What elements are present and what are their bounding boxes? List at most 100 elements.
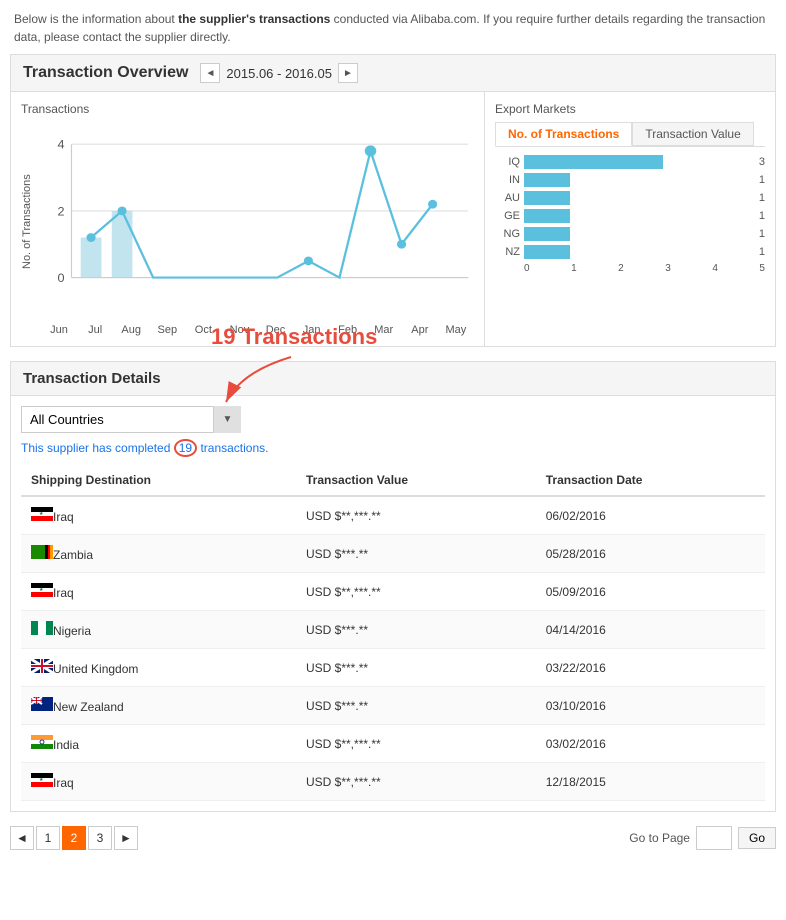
x-label-aug: Aug (113, 324, 149, 336)
page-1-button[interactable]: 1 (36, 826, 60, 850)
bar-container-ng (524, 227, 755, 241)
line-chart-svg: 4 2 0 (37, 122, 474, 322)
bar-country-nz: NZ (495, 246, 520, 258)
bar-value-au: 1 (759, 192, 765, 204)
overview-header: Transaction Overview ◄ 2015.06 - 2016.05… (10, 54, 776, 92)
pagination-row: ◄ 1 2 3 ► Go to Page Go (10, 826, 776, 850)
intro-pre: Below is the information about (14, 12, 178, 26)
x-label-nov: Nov (221, 324, 257, 336)
cell-date-7: 12/18/2015 (536, 763, 765, 801)
x-label-mar: Mar (366, 324, 402, 336)
date-nav: ◄ 2015.06 - 2016.05 ► (200, 63, 358, 83)
col-date: Transaction Date (536, 465, 765, 496)
completed-count: 19 (174, 439, 197, 457)
prev-page-button[interactable]: ◄ (10, 826, 34, 850)
bar-country-ge: GE (495, 210, 520, 222)
export-markets: Export Markets No. of Transactions Trans… (485, 92, 775, 346)
cell-value-5: USD $***.** (296, 687, 536, 725)
transactions-table: Shipping Destination Transaction Value T… (21, 465, 765, 801)
cell-date-6: 03/02/2016 (536, 725, 765, 763)
date-range: 2015.06 - 2016.05 (226, 66, 332, 81)
bar-value-ge: 1 (759, 210, 765, 222)
cell-date-3: 04/14/2016 (536, 611, 765, 649)
next-date-button[interactable]: ► (338, 63, 358, 83)
goto-row: Go to Page Go (629, 826, 776, 850)
x-label-jul: Jul (77, 324, 113, 336)
page-2-button[interactable]: 2 (62, 826, 86, 850)
go-button[interactable]: Go (738, 827, 776, 849)
x-label-feb: Feb (330, 324, 366, 336)
bar-x-1: 1 (571, 263, 577, 274)
prev-date-button[interactable]: ◄ (200, 63, 220, 83)
bar-container-nz (524, 245, 755, 259)
svg-text:★: ★ (39, 587, 44, 593)
cell-destination-5: New Zealand (21, 687, 296, 725)
goto-input[interactable] (696, 826, 732, 850)
x-label-apr: Apr (402, 324, 438, 336)
bar-country-au: AU (495, 192, 520, 204)
x-label-dec: Dec (257, 324, 293, 336)
goto-label: Go to Page (629, 831, 690, 845)
bar-x-5: 5 (759, 263, 765, 274)
bar-country-in: IN (495, 174, 520, 186)
x-label-sep: Sep (149, 324, 185, 336)
svg-text:0: 0 (58, 271, 65, 285)
charts-row: Transactions No. of Transactions 4 2 0 (10, 92, 776, 347)
bar-row-iq: IQ 3 (495, 155, 765, 169)
filter-row: All Countries ▼ (21, 406, 765, 433)
table-row: India USD $**,***.** 03/02/2016 (21, 725, 765, 763)
bar-x-4: 4 (712, 263, 718, 274)
x-axis-labels: Jun Jul Aug Sep Oct Nov Dec Jan Feb Mar … (21, 324, 474, 336)
table-row: ★Iraq USD $**,***.** 06/02/2016 (21, 496, 765, 535)
table-header-row: Shipping Destination Transaction Value T… (21, 465, 765, 496)
bar-fill-in (524, 173, 570, 187)
select-wrapper: All Countries ▼ (21, 406, 241, 433)
bar-x-axis: 0 1 2 3 4 5 (495, 263, 765, 274)
bar-row-nz: NZ 1 (495, 245, 765, 259)
cell-value-7: USD $**,***.** (296, 763, 536, 801)
intro-bold: the supplier's transactions (178, 12, 330, 26)
cell-destination-4: United Kingdom (21, 649, 296, 687)
next-page-button[interactable]: ► (114, 826, 138, 850)
col-value: Transaction Value (296, 465, 536, 496)
cell-value-6: USD $**,***.** (296, 725, 536, 763)
cell-value-0: USD $**,***.** (296, 496, 536, 535)
bar-value-in: 1 (759, 174, 765, 186)
overview-title: Transaction Overview (23, 64, 188, 82)
page-3-button[interactable]: 3 (88, 826, 112, 850)
cell-value-3: USD $***.** (296, 611, 536, 649)
bar-value-iq: 3 (759, 156, 765, 168)
completed-text: This supplier has completed 19 transacti… (21, 441, 765, 455)
bar-row-ge: GE 1 (495, 209, 765, 223)
col-destination: Shipping Destination (21, 465, 296, 496)
bar-value-ng: 1 (759, 228, 765, 240)
bar-fill-ge (524, 209, 570, 223)
cell-destination-3: Nigeria (21, 611, 296, 649)
y-axis-label: No. of Transactions (21, 122, 33, 322)
cell-value-4: USD $***.** (296, 649, 536, 687)
em-title: Export Markets (495, 102, 765, 116)
cell-date-0: 06/02/2016 (536, 496, 765, 535)
completed-pre: This supplier has completed (21, 441, 174, 455)
bar-fill-nz (524, 245, 570, 259)
bar-x-2: 2 (618, 263, 624, 274)
details-body: 19 Transactions All Countries ▼ This (10, 396, 776, 812)
cell-date-1: 05/28/2016 (536, 535, 765, 573)
tab-value[interactable]: Transaction Value (632, 122, 753, 146)
bar-container-iq (524, 155, 755, 169)
tab-transactions[interactable]: No. of Transactions (495, 122, 632, 146)
details-header: Transaction Details (10, 361, 776, 396)
bar-row-in: IN 1 (495, 173, 765, 187)
bar-fill-ng (524, 227, 570, 241)
svg-text:4: 4 (58, 138, 65, 152)
bar-x-3: 3 (665, 263, 671, 274)
svg-text:2: 2 (58, 205, 65, 219)
cell-date-5: 03/10/2016 (536, 687, 765, 725)
bar-value-nz: 1 (759, 246, 765, 258)
country-select[interactable]: All Countries (21, 406, 241, 433)
bar-row-ng: NG 1 (495, 227, 765, 241)
x-label-may: May (438, 324, 474, 336)
bar-row-au: AU 1 (495, 191, 765, 205)
bar-x-0: 0 (524, 263, 530, 274)
details-title: Transaction Details (23, 370, 161, 387)
